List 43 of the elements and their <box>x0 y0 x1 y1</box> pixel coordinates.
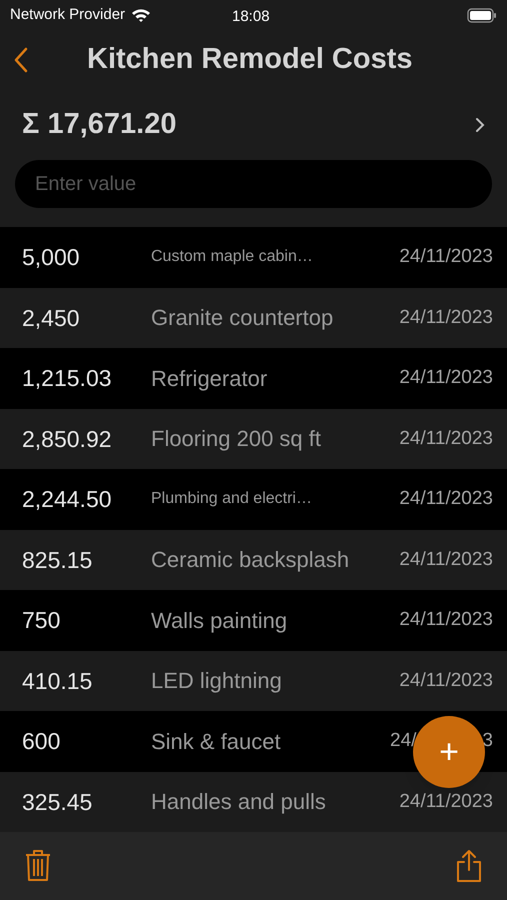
delete-button[interactable] <box>24 849 52 883</box>
share-button[interactable] <box>455 849 483 883</box>
description-cell-text: Refrigerator <box>151 364 268 393</box>
description-cell-text: Ceramic backsplash <box>151 546 350 574</box>
description-cell-text: Custom maple cabin… <box>151 247 314 268</box>
wifi-icon <box>131 8 152 22</box>
clock-time: 18:08 <box>232 7 270 27</box>
trash-icon <box>24 849 52 883</box>
amount-cell-text: 2,450 <box>21 304 81 332</box>
date-cell-text: 24/11/2023 <box>399 668 494 692</box>
chevron-right-icon <box>475 117 485 133</box>
date-cell-text: 24/11/2023 <box>399 487 494 511</box>
description-cell-text: Plumbing and electri… <box>151 489 313 510</box>
amount-cell-text: 2,850.92 <box>21 424 113 454</box>
share-icon <box>455 849 483 883</box>
description-cell-text: Flooring 200 sq ft <box>151 425 322 454</box>
amount-cell-text: 600 <box>21 727 62 756</box>
description-cell-text: Sink & faucet <box>151 728 282 756</box>
date-cell-text: 24/11/2023 <box>399 548 494 572</box>
amount-cell-text: 410.15 <box>21 666 94 696</box>
date-cell-text: 24/11/2023 <box>399 306 494 330</box>
amount-cell-text: 1,215.03 <box>21 364 113 393</box>
value-input[interactable]: Enter value <box>15 160 492 208</box>
screen-title: Kitchen Remodel Costs <box>87 42 412 78</box>
total-row[interactable]: Σ 17,671.20 <box>0 90 507 160</box>
date-cell-text: 24/11/2023 <box>399 790 494 814</box>
amount-cell-text: 2,244.50 <box>21 485 113 514</box>
description-cell-text: LED lightning <box>151 667 283 696</box>
amount-cell-text: 825.15 <box>21 546 94 574</box>
description-cell-text: Handles and pulls <box>151 788 327 816</box>
date-cell-text: 24/11/2023 <box>399 608 494 632</box>
date-cell-text: 24/11/2023 <box>399 366 494 390</box>
battery-icon <box>467 8 497 22</box>
date-cell-text: 24/11/2023 <box>399 426 494 450</box>
carrier-name: Network Provider <box>10 4 126 25</box>
description-cell-text: Granite countertop <box>151 304 334 332</box>
back-button[interactable] <box>14 46 30 74</box>
amount-cell-text: 325.45 <box>21 788 94 816</box>
amount-cell-text: 750 <box>21 606 62 635</box>
amount-cell-text: 5,000 <box>21 243 81 272</box>
date-fragment: 3 <box>482 729 493 753</box>
description-cell-text: Walls painting <box>151 606 288 635</box>
date-cell-text: 24/11/2023 <box>399 245 494 269</box>
